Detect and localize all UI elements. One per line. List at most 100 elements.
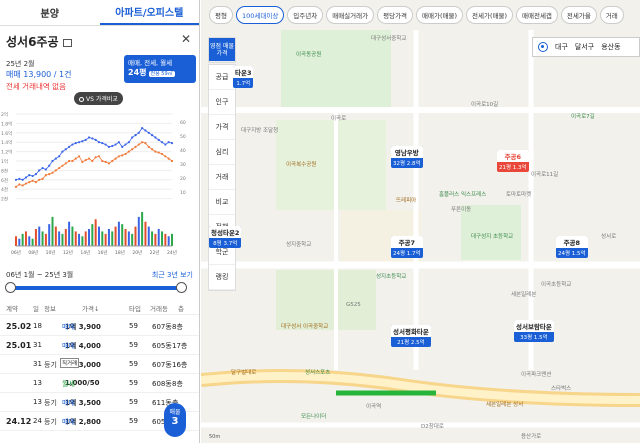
side-menu-item[interactable]: 비교 [209, 190, 235, 215]
chart-point [48, 164, 51, 167]
th-info: 정보 [44, 305, 56, 313]
chart-volume-bar [15, 236, 17, 246]
close-icon[interactable]: ✕ [181, 32, 191, 46]
row-price: 매매 1억 3,900 [62, 322, 101, 332]
side-menu-item[interactable]: 가격 [209, 115, 235, 140]
filter-chip[interactable]: 매매전세갭 [516, 6, 558, 24]
recent-3y-button[interactable]: 최근 3년 보기 [152, 270, 193, 280]
map[interactable]: 평형 100세대이상 입주년차 매매실거래가 평당가격 매매가(매물) 전세가(매물) 매매전… [201, 0, 640, 443]
filter-chip[interactable]: 거래 [599, 6, 624, 24]
chart-point [170, 142, 174, 145]
row-floor: 16층 [172, 361, 188, 369]
complex-marker[interactable]: 청성타운2 8평 3.7억 [209, 226, 242, 248]
trade-price: 매매 13,900 / 1건 [6, 70, 72, 79]
chart-point [157, 151, 160, 154]
row-day: 31 [33, 341, 42, 349]
filter-chip[interactable]: 100세대이상 [235, 6, 285, 24]
range-end-handle[interactable] [176, 282, 187, 293]
side-menu-item[interactable]: 심리 [209, 140, 235, 165]
row-dong: 607동 [152, 361, 172, 369]
location-bar[interactable]: 대구 달서구 용산동 [532, 37, 640, 57]
loc-city[interactable]: 대구 [555, 42, 568, 52]
row-size: 59 [129, 341, 138, 349]
map-label: 세븐일레븐 [511, 292, 537, 298]
row-size: 59 [129, 360, 138, 368]
complex-marker[interactable]: 영남우방 32평 2.8억 [391, 146, 423, 168]
complex-marker[interactable]: 타운3 1.7억 [233, 66, 254, 88]
table-row[interactable]: 13 59 608동 8층 월세 1,000/50 [0, 374, 199, 393]
filter-chip[interactable]: 전세가(매물) [466, 6, 513, 24]
chart-volume-bar [121, 224, 124, 246]
loc-district[interactable]: 달서구 [575, 42, 594, 52]
side-menu-item[interactable]: 랭킹 [209, 265, 235, 290]
chart-point [141, 141, 144, 144]
chart-volume-bar [107, 229, 110, 246]
marker-name: 타운3 [233, 66, 254, 78]
chart-y-tick: 2억 [1, 111, 8, 118]
complex-marker[interactable]: 주공7 24평 1.7억 [391, 236, 423, 258]
table-row[interactable]: 25.01 31 59 605동 17층 매매 1억 4,000 [0, 336, 199, 355]
side-menu-item[interactable]: 공급 [209, 65, 235, 90]
chart-series-line [15, 127, 173, 181]
chart-volume-bar [51, 216, 54, 246]
chart-volume-bar [48, 224, 51, 246]
tab-sale[interactable]: 분양 [0, 0, 100, 25]
row-day: 18 [33, 322, 42, 330]
chart-point [31, 179, 34, 182]
map-label: 이곡동공원 [296, 52, 322, 58]
marker-price: 1.7억 [236, 81, 251, 87]
range-start-handle[interactable] [5, 282, 16, 293]
chart-volume-bar [101, 231, 104, 246]
chart-point [164, 155, 167, 158]
chart-x-tick: 18년 [115, 249, 125, 256]
listings-button[interactable]: 매물 3 [164, 403, 186, 437]
chart-y-right-tick: 20 [180, 176, 186, 182]
chart-volume-bar [81, 236, 84, 246]
chart-point [38, 169, 41, 172]
filter-chip[interactable]: 평당가격 [377, 6, 414, 24]
th-price[interactable]: 가격↓ [82, 303, 99, 313]
chart-x-tick: 08년 [28, 249, 38, 256]
chart-point [41, 166, 44, 170]
chart-point [144, 129, 147, 132]
loc-dong[interactable]: 용산동 [601, 42, 620, 52]
filter-chip[interactable]: 매매가(매물) [416, 6, 464, 24]
chart-volume-bar [71, 226, 74, 246]
map-label: 대구성서중학교 [371, 36, 407, 42]
side-menu-item[interactable]: 인구 [209, 90, 235, 115]
tab-apartment[interactable]: 아파트/오피스텔 [99, 0, 199, 25]
book-icon[interactable] [62, 38, 72, 47]
complex-marker[interactable]: 성서평화타운 21평 2.5억 [391, 325, 431, 347]
complex-title: 성서6주공 [6, 33, 72, 50]
filter-chip[interactable]: 전세가율 [560, 6, 597, 24]
side-menu-item[interactable]: 거래 [209, 165, 235, 190]
table-row[interactable]: 25.02 18 59 607동 8층 매매 1억 3,900 [0, 317, 199, 336]
range-slider[interactable] [5, 282, 187, 293]
chart-volume-bar [61, 233, 64, 246]
chart-point [117, 155, 120, 158]
chart-point [44, 174, 47, 177]
chart-point [104, 143, 107, 146]
price-layer-button[interactable]: 영점 매물가격 [208, 37, 236, 63]
filter-chip[interactable]: 입주년차 [287, 6, 324, 24]
vs-compare-button[interactable]: VS 가격비교 [74, 92, 123, 105]
table-row[interactable]: 31등기59607동16층매매1억 3,000 [0, 355, 199, 374]
chart-y-tick: 8천 [1, 167, 8, 174]
chart-volume-bar [41, 231, 44, 246]
locate-icon[interactable] [538, 42, 548, 52]
complex-marker[interactable]: 성서보람타운 33평 1.5억 [514, 320, 554, 342]
type-filter-button[interactable]: 매매, 전세, 월세 24평 전용 59㎡ [124, 55, 196, 83]
chart-x-tick: 24년 [167, 249, 177, 256]
filter-chip[interactable]: 매매실거래가 [326, 6, 375, 24]
filter-chip[interactable]: 평형 [209, 6, 233, 24]
side-price-layer[interactable]: 영점 매물가격 [209, 38, 235, 62]
chart-y-tick: 2천 [1, 196, 8, 203]
complex-marker[interactable]: 주공6 21평 1.3억 [497, 150, 529, 172]
chart-volume-bar [117, 221, 120, 246]
chart-point [91, 137, 94, 140]
row-day: 13 [33, 379, 42, 387]
complex-marker[interactable]: 주공8 24평 1.5억 [556, 236, 588, 258]
chart-point [68, 159, 71, 163]
chart-point [41, 177, 44, 180]
compare-icon [79, 97, 84, 102]
